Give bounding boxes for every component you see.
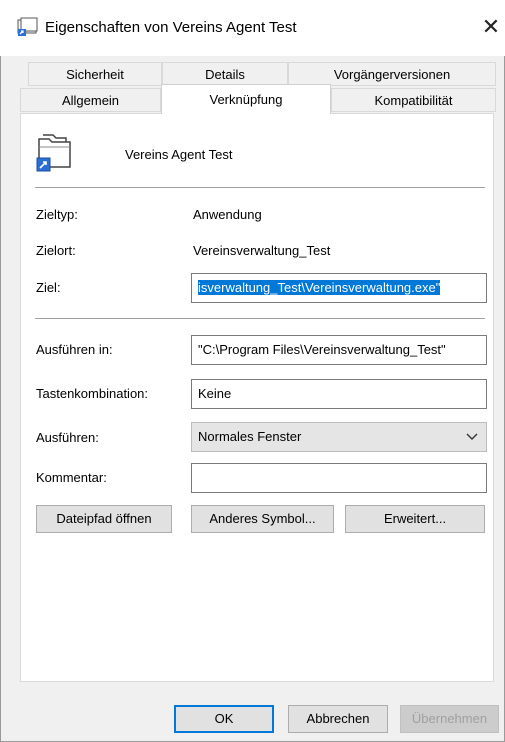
ausfuehren-in-input[interactable]: "C:\Program Files\Vereinsverwaltung_Test…	[191, 335, 487, 365]
zielort-label: Zielort:	[36, 243, 76, 258]
ausfuehren-select-value: Normales Fenster	[198, 429, 302, 444]
tab-allgemein[interactable]: Allgemein	[20, 88, 161, 112]
shortcut-properties-icon	[17, 17, 38, 36]
advanced-button[interactable]: Erweitert...	[345, 505, 485, 533]
folder-shortcut-icon	[36, 134, 71, 172]
kommentar-label: Kommentar:	[36, 470, 107, 485]
tastenkombination-label: Tastenkombination:	[36, 386, 149, 401]
separator-2	[35, 318, 485, 319]
ziel-input[interactable]: isverwaltung_Test\Vereinsverwaltung.exe"	[191, 273, 487, 303]
tab-details[interactable]: Details	[162, 62, 288, 86]
tastenkombination-input[interactable]: Keine	[191, 379, 487, 409]
ziel-label: Ziel:	[36, 280, 61, 295]
zieltyp-value: Anwendung	[193, 207, 262, 222]
tab-kompatibilitaet[interactable]: Kompatibilität	[331, 88, 496, 112]
ausfuehren-in-label: Ausführen in:	[36, 342, 113, 357]
close-icon[interactable]: ✕	[478, 14, 504, 40]
tab-verknuepfung[interactable]: Verknüpfung	[161, 84, 331, 114]
change-icon-button[interactable]: Anderes Symbol...	[191, 505, 334, 533]
open-file-location-button[interactable]: Dateipfad öffnen	[36, 505, 172, 533]
kommentar-input[interactable]	[191, 463, 487, 493]
ok-button[interactable]: OK	[174, 705, 274, 733]
ausfuehren-label: Ausführen:	[36, 430, 99, 445]
tab-vorgaengerversionen[interactable]: Vorgängerversionen	[288, 62, 496, 86]
window-title: Eigenschaften von Vereins Agent Test	[45, 19, 297, 36]
separator-1	[35, 187, 485, 188]
shortcut-name: Vereins Agent Test	[125, 147, 233, 162]
apply-button[interactable]: Übernehmen	[400, 705, 499, 733]
cancel-button[interactable]: Abbrechen	[288, 705, 388, 733]
zielort-value: Vereinsverwaltung_Test	[193, 243, 331, 258]
zieltyp-label: Zieltyp:	[36, 207, 78, 222]
chevron-down-icon	[466, 423, 478, 461]
tab-sicherheit[interactable]: Sicherheit	[28, 62, 162, 86]
ausfuehren-select[interactable]: Normales Fenster	[191, 422, 487, 452]
ziel-input-value: isverwaltung_Test\Vereinsverwaltung.exe"	[198, 280, 441, 295]
